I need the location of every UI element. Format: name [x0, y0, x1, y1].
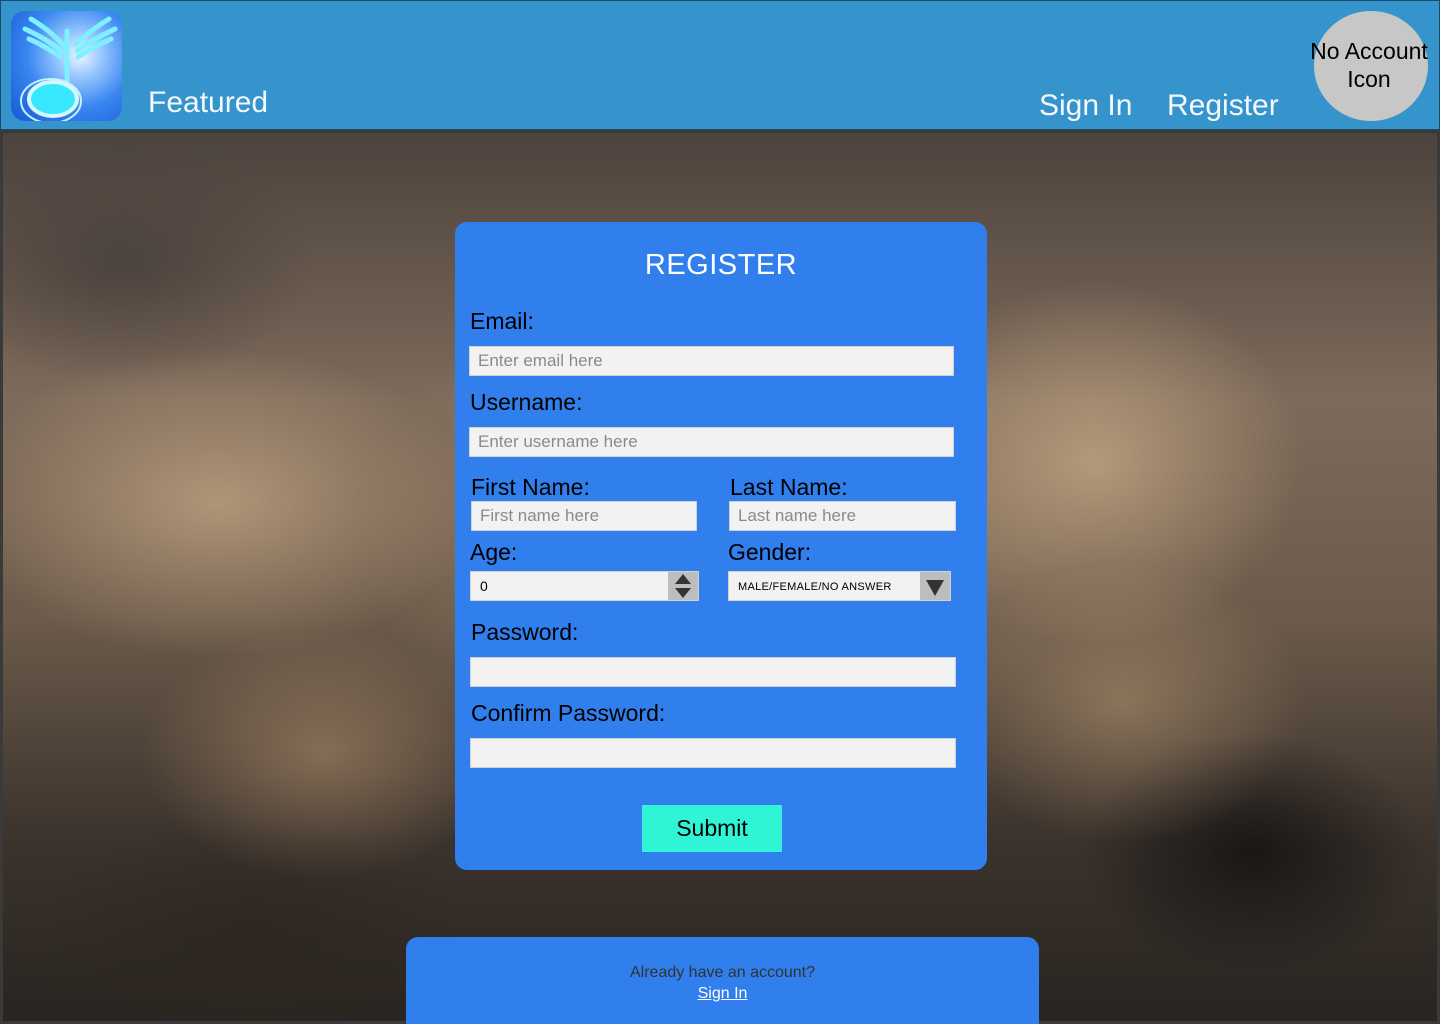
register-card: [455, 222, 987, 870]
submit-button[interactable]: Submit: [642, 805, 782, 852]
username-label: Username:: [470, 389, 583, 415]
gender-select[interactable]: MALE/FEMALE/NO ANSWER: [728, 571, 951, 601]
account-avatar-text: No Account Icon: [1310, 38, 1428, 92]
first-name-field[interactable]: [471, 501, 697, 531]
gender-selected-value: MALE/FEMALE/NO ANSWER: [738, 581, 892, 593]
nav-register-link[interactable]: Register: [1167, 88, 1279, 124]
username-field[interactable]: [469, 427, 954, 457]
signin-prompt-text: Already have an account?: [629, 964, 815, 981]
email-label: Email:: [470, 308, 534, 334]
gender-label: Gender:: [728, 539, 812, 565]
password-field[interactable]: [470, 657, 956, 687]
age-value: 0: [480, 578, 488, 594]
nav-featured-link[interactable]: Featured: [148, 85, 268, 121]
last-name-field[interactable]: [729, 501, 956, 531]
nav-signin-link[interactable]: Sign In: [1039, 88, 1132, 124]
confirm-password-field[interactable]: [470, 738, 956, 768]
gender-dropdown-toggle[interactable]: [920, 572, 950, 600]
password-label: Password:: [471, 619, 579, 645]
last-name-label: Last Name:: [730, 474, 848, 500]
signin-prompt-link-wrap: Sign In: [406, 984, 1039, 1004]
age-number-input[interactable]: 0: [470, 571, 699, 601]
age-label: Age:: [470, 539, 518, 565]
top-nav-bar: Featured Sign In Register No Account Ico…: [0, 0, 1440, 130]
confirm-password-label: Confirm Password:: [471, 700, 666, 726]
spinner-up-icon[interactable]: [675, 574, 691, 584]
app-logo-icon[interactable]: [11, 11, 122, 121]
register-title: REGISTER: [644, 249, 798, 281]
spinner-down-icon[interactable]: [675, 588, 691, 598]
email-field[interactable]: [469, 346, 954, 376]
first-name-label: First Name:: [471, 474, 590, 500]
triangle-down-icon: [926, 580, 944, 596]
age-spinner[interactable]: [668, 572, 698, 600]
signin-link[interactable]: Sign In: [698, 985, 748, 1002]
